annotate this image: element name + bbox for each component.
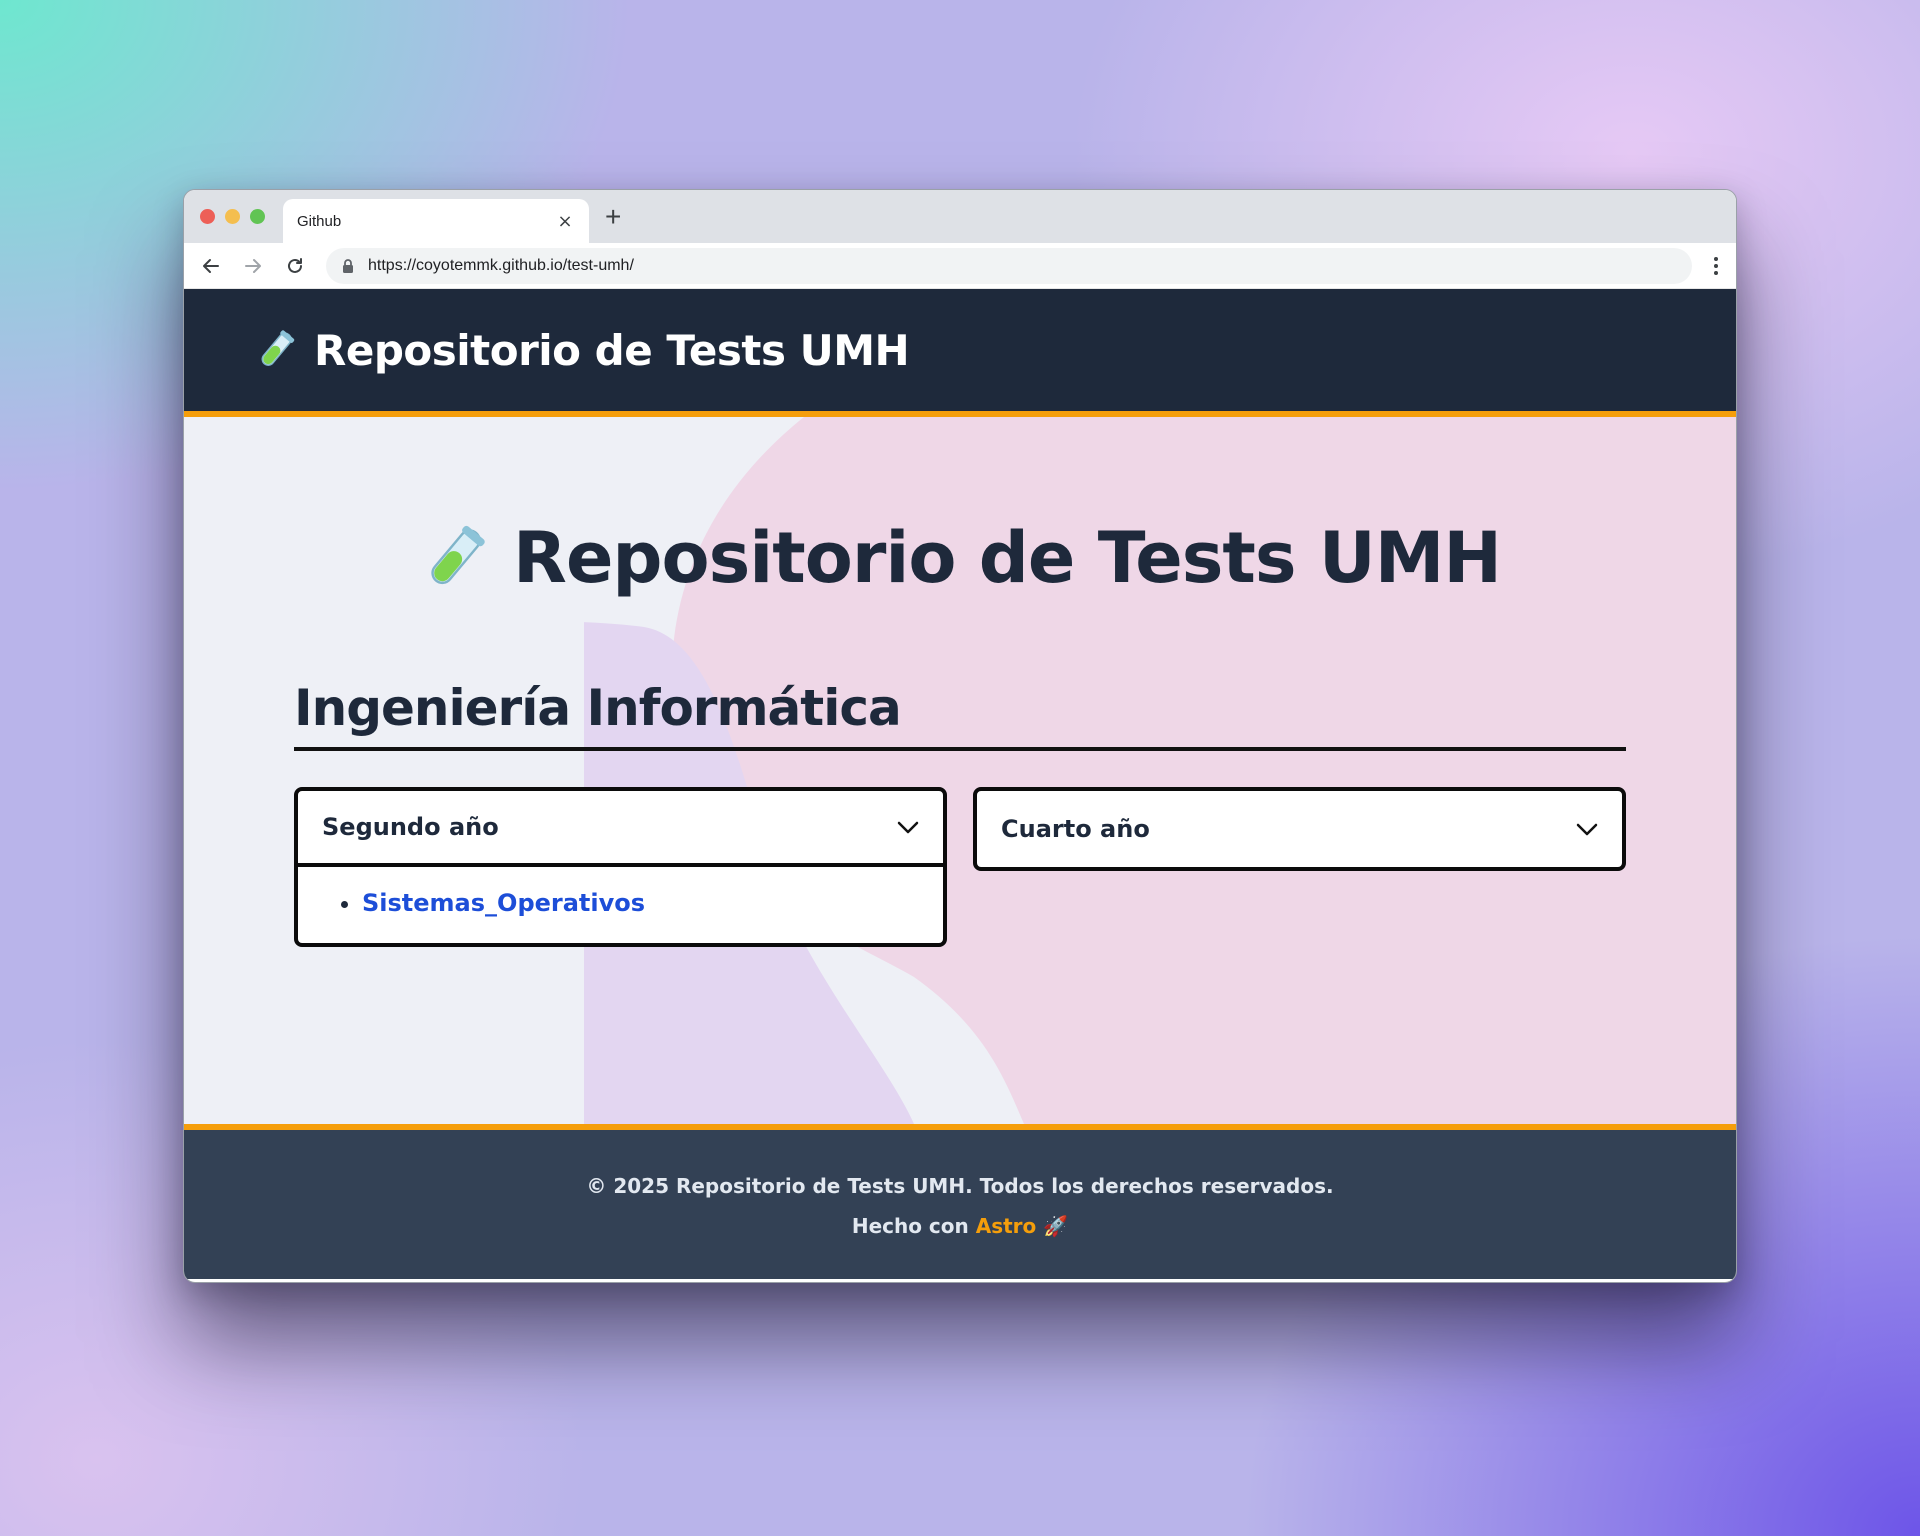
list-item: Sistemas_Operativos (362, 889, 943, 917)
minimize-window-button[interactable] (225, 209, 240, 224)
main-content: Repositorio de Tests UMH Ingeniería Info… (184, 417, 1736, 1124)
browser-toolbar: https://coyotemmk.github.io/test-umh/ (184, 243, 1736, 289)
year-card-body: Sistemas_Operativos (298, 867, 943, 943)
chevron-down-icon (1576, 823, 1598, 836)
lock-icon (343, 258, 353, 273)
year-card-toggle[interactable]: Segundo año (298, 791, 943, 867)
arrow-left-icon (203, 258, 219, 273)
subject-list: Sistemas_Operativos (338, 889, 943, 917)
forward-button[interactable] (236, 249, 270, 283)
url-text: https://coyotemmk.github.io/test-umh/ (368, 256, 634, 274)
site-brand[interactable]: Repositorio de Tests UMH (254, 325, 910, 375)
page-title-text: Repositorio de Tests UMH (513, 517, 1502, 599)
site-footer: © 2025 Repositorio de Tests UMH. Todos l… (184, 1124, 1736, 1279)
year-card-title: Cuarto año (1001, 815, 1150, 843)
new-tab-button[interactable]: + (605, 202, 621, 232)
browser-tab[interactable]: Github × (283, 199, 589, 243)
footer-copyright: © 2025 Repositorio de Tests UMH. Todos l… (586, 1174, 1334, 1198)
rocket-icon: 🚀 (1043, 1214, 1069, 1238)
subject-link[interactable]: Sistemas_Operativos (362, 889, 645, 917)
reload-icon (288, 257, 302, 273)
browser-window: Github × + https://coyotemmk.github.io/t… (183, 189, 1737, 1283)
tab-title: Github (297, 212, 342, 230)
year-card-segundo: Segundo año Sistemas_Operativos (294, 787, 947, 947)
year-card-title: Segundo año (322, 813, 499, 841)
year-card-cuarto: Cuarto año (973, 787, 1626, 871)
reload-button[interactable] (278, 249, 312, 283)
back-button[interactable] (194, 249, 228, 283)
kebab-menu-icon[interactable] (1706, 256, 1726, 275)
tab-close-icon[interactable]: × (555, 211, 575, 232)
section-title: Ingeniería Informática (294, 679, 1626, 751)
footer-made-with-text: Hecho con (851, 1214, 969, 1238)
test-tube-icon (431, 525, 485, 585)
year-card-toggle[interactable]: Cuarto año (977, 791, 1622, 867)
chevron-up-icon (897, 821, 919, 834)
site-header: Repositorio de Tests UMH (184, 289, 1736, 417)
maximize-window-button[interactable] (250, 209, 265, 224)
test-tube-icon (261, 330, 295, 366)
footer-made-with: Hecho con Astro 🚀 (184, 1214, 1736, 1238)
page-title: Repositorio de Tests UMH (294, 517, 1626, 599)
astro-link[interactable]: Astro (976, 1214, 1037, 1238)
address-bar[interactable]: https://coyotemmk.github.io/test-umh/ (326, 247, 1692, 284)
arrow-right-icon (245, 258, 261, 273)
year-cards: Segundo año Sistemas_Operativos Cuarto a (294, 787, 1626, 947)
close-window-button[interactable] (200, 209, 215, 224)
tab-bar: Github × + (184, 190, 1736, 243)
site-brand-text: Repositorio de Tests UMH (314, 325, 910, 375)
